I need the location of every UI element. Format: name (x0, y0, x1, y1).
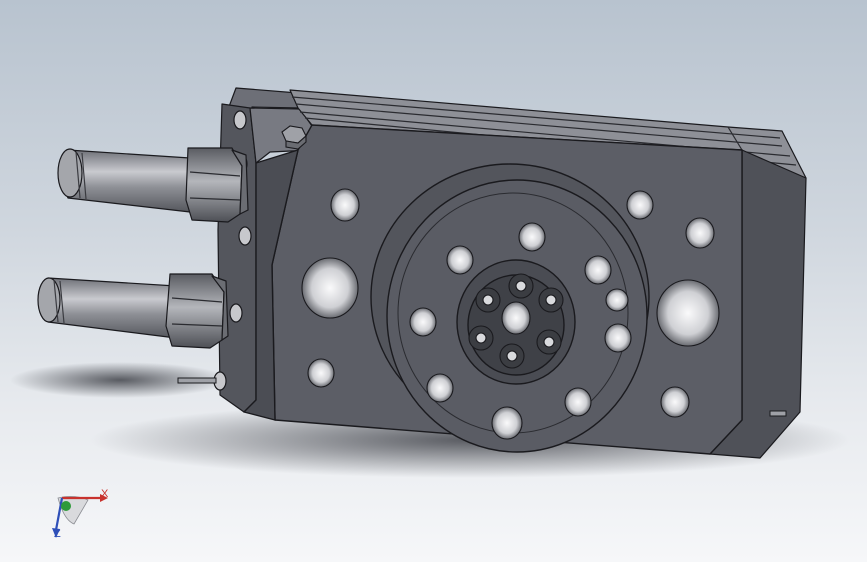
graphics-viewport[interactable]: X Z (0, 0, 867, 562)
top-hex-bolt (281, 125, 307, 150)
lower-port-fitting (37, 273, 229, 349)
y-axis-indicator (61, 501, 71, 511)
z-axis-line (54, 497, 64, 531)
rotary-actuator-model[interactable] (0, 0, 867, 562)
upper-port-fitting (57, 147, 249, 223)
x-axis-label: X (101, 488, 109, 500)
z-axis-label: Z (54, 528, 61, 540)
